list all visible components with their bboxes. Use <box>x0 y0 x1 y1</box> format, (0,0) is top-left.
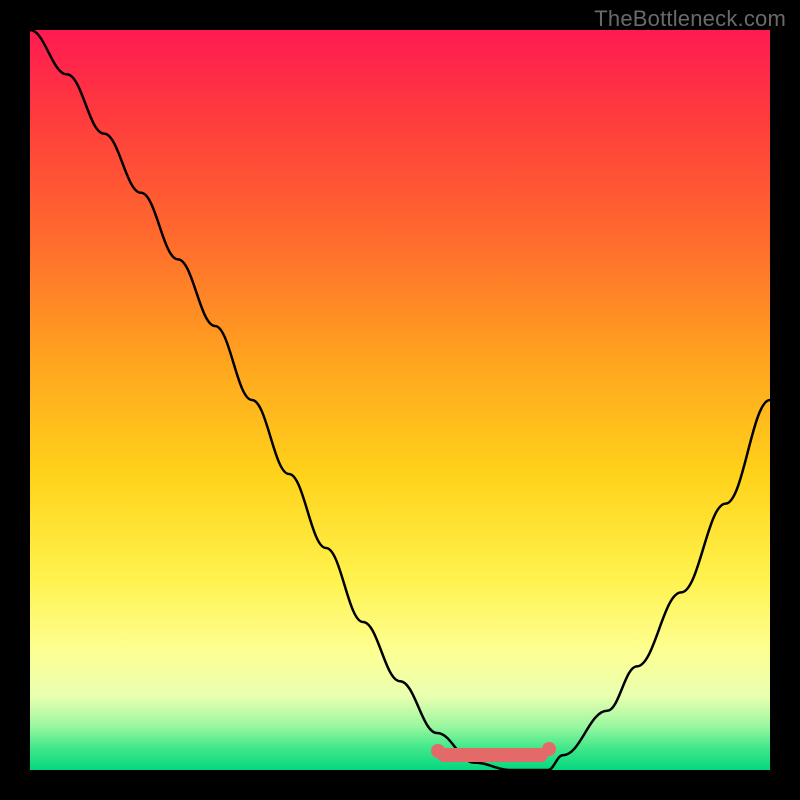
plot-area <box>30 30 770 770</box>
highlight-valley-dot-left <box>431 744 445 758</box>
chart-frame: TheBottleneck.com <box>0 0 800 800</box>
highlight-valley-dot-right <box>542 742 556 756</box>
bottleneck-curve <box>30 30 770 770</box>
watermark-text: TheBottleneck.com <box>594 6 786 32</box>
highlight-valley-bar <box>437 748 548 762</box>
